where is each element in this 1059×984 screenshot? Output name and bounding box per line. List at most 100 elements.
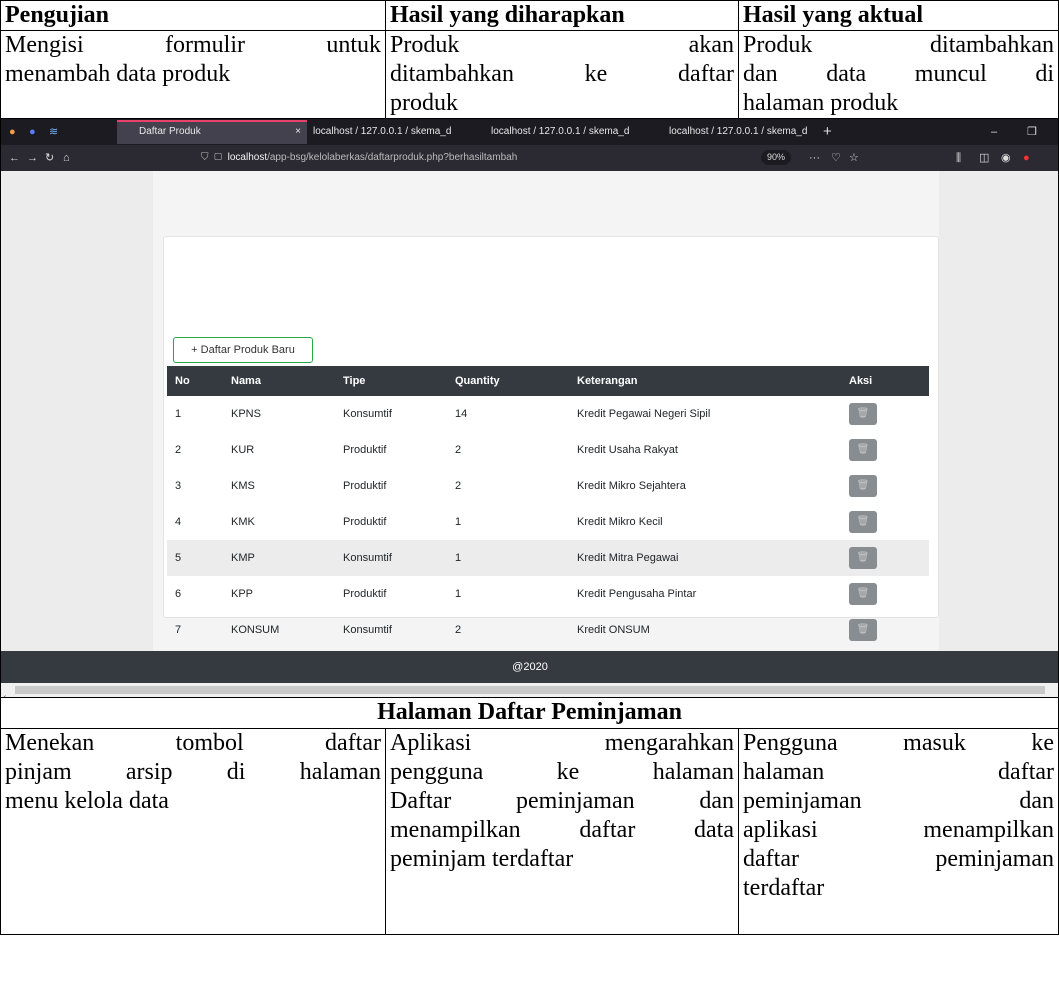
circle-icon[interactable]: ● (29, 122, 36, 142)
row2-actual-line: peminjaman dan (743, 788, 1054, 814)
row2-expected-line: Daftar peminjaman dan (390, 788, 734, 814)
row1-actual-cell: Produk ditambahkan dan data muncul di ha… (738, 30, 1059, 119)
cell-aksi: 🗑 (841, 504, 929, 540)
delete-button[interactable]: 🗑 (849, 403, 877, 425)
delete-button[interactable]: 🗑 (849, 439, 877, 461)
tab-daftar-produk[interactable]: Daftar Produk × (117, 120, 307, 144)
more-icon[interactable]: ··· (809, 148, 820, 168)
pocket-icon[interactable]: ♡ (831, 148, 841, 168)
tab-label: localhost / 127.0.0.1 / skema_d (313, 126, 452, 137)
cell-quantity: 14 (455, 408, 468, 420)
cell-no: 5 (167, 540, 223, 576)
product-table: No Nama Tipe Quantity Keterangan Aksi 1K… (167, 366, 929, 697)
row2-actual-cell: Pengguna masuk ke halaman daftar peminja… (738, 728, 1059, 935)
row1-test-line: menambah data produk (5, 61, 231, 87)
url-bar[interactable]: ⛉ ▢ localhost/app-bsg/kelolaberkas/dafta… (201, 148, 801, 168)
row1-test-cell: Mengisi formulir untuk menambah data pro… (0, 30, 386, 119)
row2-expected-line: Aplikasi mengarahkan (390, 730, 734, 756)
horizontal-scrollbar[interactable]: ‹ (1, 683, 1058, 697)
cell-quantity: 2 (455, 480, 462, 492)
star-icon[interactable]: ☆ (849, 148, 859, 168)
cell-nama: KMP (223, 540, 335, 576)
cell-no: 1 (175, 408, 182, 420)
screenshot-cell: ● ● ≋ Daftar Produk × localhost / 127.0.… (0, 118, 1059, 698)
new-tab-button[interactable]: + (823, 122, 832, 142)
cell-aksi: 🗑 (841, 468, 929, 504)
row2-test-line: menu kelola data (5, 788, 169, 814)
restore-icon[interactable]: ❐ (1027, 122, 1037, 142)
cell-no: 2 (175, 444, 182, 456)
row2-expected-line: pengguna ke halaman (390, 759, 734, 785)
cell-keterangan: Kredit Pegawai Negeri Sipil (577, 408, 711, 420)
firefox-icon[interactable]: ● (9, 122, 16, 142)
delete-button[interactable]: 🗑 (849, 547, 877, 569)
cell-tipe: Produktif (343, 444, 387, 456)
tab-phpmyadmin-3[interactable]: localhost / 127.0.0.1 / skema_d (653, 122, 819, 142)
shield-icon: ⛉ (201, 152, 209, 163)
cell-tipe: Konsumtif (343, 408, 392, 420)
header-actual: Hasil yang aktual (738, 0, 1059, 31)
nav-bar: ← → ↻ ⌂ ⛉ ▢ localhost/app-bsg/kelolaberk… (1, 145, 1058, 171)
cell-quantity: 2 (455, 444, 462, 456)
tab-phpmyadmin-2[interactable]: localhost / 127.0.0.1 / skema_d (475, 122, 641, 142)
scroll-left-icon[interactable]: ‹ (3, 683, 6, 697)
table-row: 1 KPNS Konsumtif 14 Kredit Pegawai Negeri Si… (167, 396, 929, 432)
row2-expected-line: peminjam terdaftar (390, 846, 574, 872)
header-pengujian: Pengujian (0, 0, 386, 31)
cell-nama: KPP (231, 588, 254, 600)
zoom-badge[interactable]: 90% (761, 150, 791, 165)
account-icon[interactable]: ◉ (1001, 148, 1011, 168)
wave-icon[interactable]: ≋ (49, 122, 58, 142)
home-icon[interactable]: ⌂ (63, 148, 70, 168)
forward-icon[interactable]: → (27, 148, 38, 168)
table-row: 3 KMS Produktif 2 Kredit Mikro Sejahtera 🗑 (167, 468, 929, 504)
url-path: /app-bsg/kelolaberkas/daftarproduk.php?b… (267, 152, 518, 163)
cell-aksi: 🗑 (841, 576, 929, 612)
col-header-nama: Nama (223, 366, 335, 396)
cell-tipe: Konsumtif (343, 624, 392, 636)
row1-actual-line: dan data muncul di (743, 61, 1054, 87)
delete-button[interactable]: 🗑 (849, 511, 877, 533)
trash-icon: 🗑 (856, 552, 870, 563)
reload-icon[interactable]: ↻ (45, 148, 54, 168)
delete-button[interactable]: 🗑 (849, 475, 877, 497)
cell-tipe: Produktif (343, 516, 387, 528)
col-header-keterangan: Keterangan (569, 366, 841, 396)
delete-button[interactable]: 🗑 (849, 619, 877, 641)
cell-aksi: 🗑 (841, 540, 929, 576)
cell-tipe: Produktif (343, 480, 387, 492)
minimize-icon[interactable]: – (991, 122, 997, 142)
browser-screenshot: ● ● ≋ Daftar Produk × localhost / 127.0.… (1, 119, 1058, 697)
cell-keterangan: Kredit Mikro Kecil (577, 516, 663, 528)
adblock-icon[interactable]: ● (1023, 148, 1030, 168)
delete-button[interactable]: 🗑 (849, 583, 877, 605)
row2-test-cell: Menekan tombol daftar pinjam arsip di ha… (0, 728, 386, 935)
sidebar-icon[interactable]: ◫ (979, 148, 989, 168)
row2-actual-line: daftar peminjaman (743, 846, 1054, 872)
scrollbar-thumb[interactable] (15, 686, 1045, 694)
tab-phpmyadmin-1[interactable]: localhost / 127.0.0.1 / skema_d (297, 122, 463, 142)
row2-actual-line: terdaftar (743, 875, 825, 901)
cell-quantity: 1 (455, 516, 462, 528)
col-header-aksi: Aksi (841, 366, 929, 396)
tab-label: localhost / 127.0.0.1 / skema_d (669, 126, 808, 137)
cell-keterangan: Kredit Mikro Sejahtera (577, 480, 686, 492)
cell-aksi: 🗑 (841, 432, 929, 468)
col-header-quantity: Quantity (447, 366, 569, 396)
test-row-1: Mengisi formulir untuk menambah data pro… (0, 30, 1059, 119)
cell-nama: KONSUM (231, 624, 280, 636)
add-product-button[interactable]: + Daftar Produk Baru (173, 337, 313, 363)
back-icon[interactable]: ← (9, 148, 20, 168)
page-footer: @2020 (1, 651, 1058, 683)
cell-no: 7 (175, 624, 182, 636)
tab-label: localhost / 127.0.0.1 / skema_d (491, 126, 630, 137)
row2-actual-line: halaman daftar (743, 759, 1054, 785)
cell-nama: KUR (231, 444, 255, 456)
row2-actual-line: Pengguna masuk ke (743, 730, 1054, 756)
library-icon[interactable]: ⫼ (956, 148, 961, 168)
row1-actual-line: Produk ditambahkan (743, 32, 1054, 58)
row2-test-line: Menekan tombol daftar (5, 730, 381, 756)
cell-no: 4 (175, 516, 182, 528)
cell-nama: KMK (231, 516, 255, 528)
header-expected: Hasil yang diharapkan (385, 0, 739, 31)
